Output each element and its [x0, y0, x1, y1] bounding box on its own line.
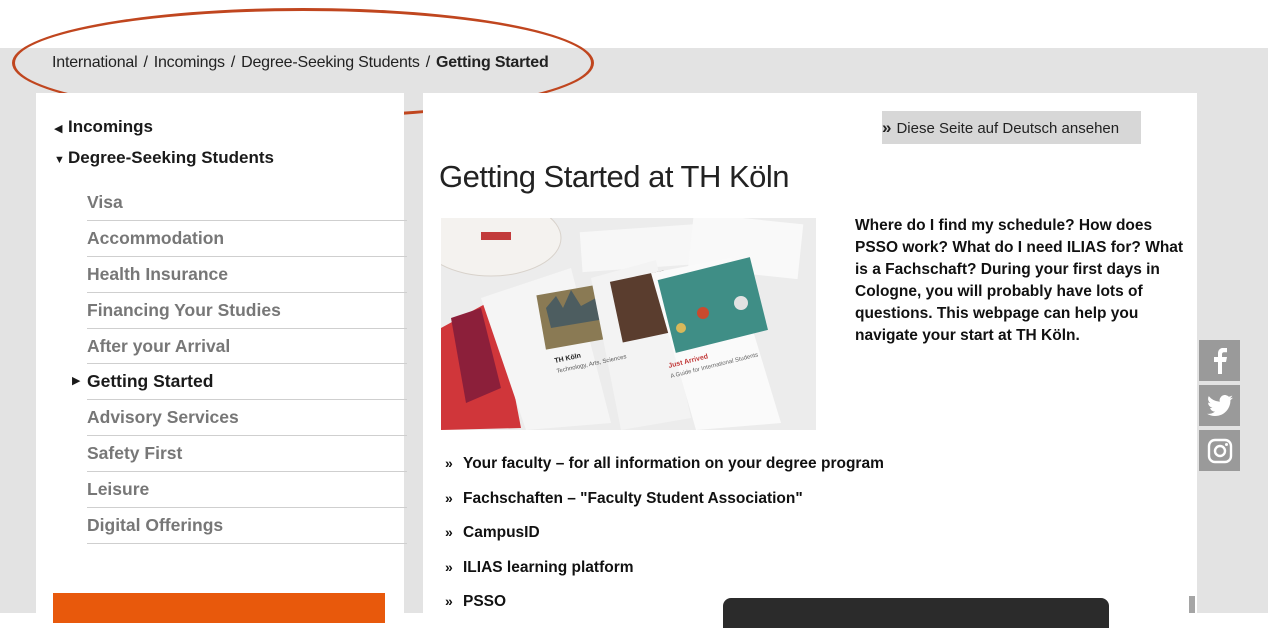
breadcrumb-separator: / — [425, 54, 430, 71]
double-chevron-down-icon: » — [445, 524, 453, 540]
orange-promo-box[interactable] — [53, 593, 385, 623]
intro-text: Where do I find my schedule? How does PS… — [855, 217, 1184, 344]
sidebar-item-leisure[interactable]: Leisure — [87, 472, 407, 509]
sidebar-item-digital[interactable]: Digital Offerings — [87, 508, 407, 544]
sidebar-item-degree-seeking[interactable]: ▼ Degree-Seeking Students — [54, 148, 274, 168]
twitter-share-button[interactable] — [1199, 385, 1240, 426]
double-chevron-down-icon: » — [445, 455, 453, 471]
instagram-icon — [1207, 438, 1232, 463]
sidebar-item-health-insurance[interactable]: Health Insurance — [87, 257, 407, 293]
link-campusid[interactable]: » CampusID — [445, 524, 884, 559]
sidebar-navigation: ◀ Incomings ▼ Degree-Seeking Students Visa… — [36, 93, 407, 623]
link-ilias[interactable]: » ILIAS learning platform — [445, 559, 884, 594]
caret-left-icon: ◀ — [54, 123, 63, 135]
breadcrumb-international[interactable]: International — [52, 54, 138, 71]
sidebar-item-safety[interactable]: Safety First — [87, 436, 407, 473]
sidebar-item-getting-started[interactable]: ▶ Getting Started — [72, 364, 407, 401]
facebook-share-button[interactable] — [1199, 340, 1240, 381]
main-content: » Diese Seite auf Deutsch ansehen Getting… — [423, 93, 1197, 628]
double-chevron-down-icon: » — [445, 558, 453, 575]
sidebar-item-advisory[interactable]: Advisory Services — [87, 400, 407, 437]
sidebar-item-accommodation[interactable]: Accommodation — [87, 221, 407, 257]
twitter-icon — [1206, 394, 1233, 416]
link-fachschaften[interactable]: » Fachschaften – "Faculty Student Associa… — [445, 490, 884, 525]
breadcrumb-incomings[interactable]: Incomings — [154, 54, 225, 71]
german-language-link[interactable]: » Diese Seite auf Deutsch ansehen — [882, 111, 1141, 144]
hero-image: TH Köln Technology, Arts, Sciences Just … — [441, 218, 816, 430]
sidebar-item-visa[interactable]: Visa — [87, 185, 407, 221]
breadcrumb-separator: / — [143, 54, 148, 71]
breadcrumb-separator: / — [230, 54, 236, 71]
caret-down-icon: ▼ — [54, 154, 65, 166]
subnav-list: Visa Accommodation Health Insurance Fina… — [72, 185, 407, 544]
dark-popup-bar[interactable] — [723, 598, 1109, 628]
breadcrumb: International / Incomings / Degree-Seeking S… — [52, 54, 549, 72]
facebook-icon — [1213, 347, 1227, 374]
sidebar-item-after-arrival[interactable]: After your Arrival — [87, 329, 407, 365]
caret-right-icon: ▶ — [72, 375, 81, 388]
sidebar-item-financing[interactable]: Financing Your Studies — [87, 293, 407, 329]
double-chevron-down-icon: » — [445, 489, 453, 506]
link-your-faculty[interactable]: » Your faculty – for all information on y… — [445, 455, 884, 490]
double-chevron-right-icon: » — [882, 118, 892, 137]
sidebar-item-incomings[interactable]: ◀ Incomings — [54, 117, 153, 137]
scrollbar-thumb[interactable] — [1189, 596, 1195, 613]
instagram-share-button[interactable] — [1199, 430, 1240, 471]
double-chevron-down-icon: » — [445, 593, 453, 609]
breadcrumb-current: Getting Started — [435, 54, 549, 71]
page-title: Getting Started at TH Köln — [439, 159, 790, 194]
breadcrumb-degree-seeking[interactable]: Degree-Seeking Students — [241, 54, 420, 71]
